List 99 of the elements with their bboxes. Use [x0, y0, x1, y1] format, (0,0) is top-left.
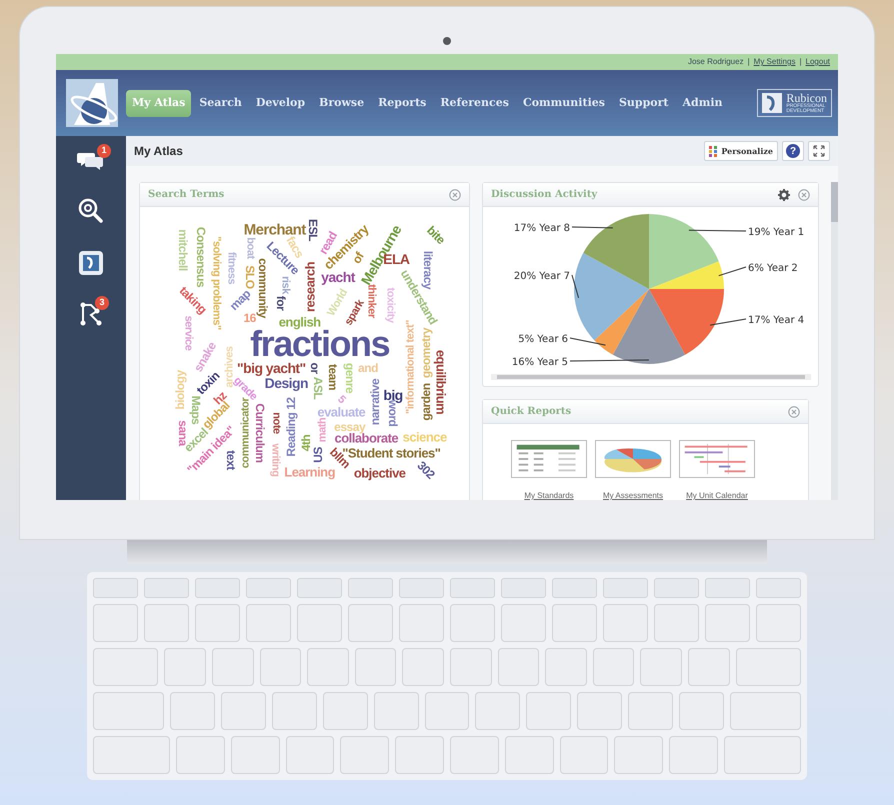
search-term[interactable]: thinker	[366, 284, 377, 318]
leader-line	[718, 266, 746, 276]
nav-tab[interactable]: Search	[193, 90, 248, 116]
search-term[interactable]: 4th	[300, 435, 312, 452]
slice-label: 17% Year 4	[748, 315, 804, 326]
pie-chart-thumbnail[interactable]	[595, 440, 671, 478]
nav-tab[interactable]: References	[434, 90, 515, 116]
slice-label: 17% Year 8	[513, 223, 570, 234]
search-term[interactable]: 302	[416, 459, 438, 481]
nav-tab[interactable]: Browse	[313, 90, 370, 116]
page-title: My Atlas	[134, 143, 183, 160]
panel-title: Search Terms	[148, 188, 224, 202]
close-icon[interactable]	[798, 188, 810, 200]
search-term[interactable]: bite	[425, 224, 448, 246]
expand-icon	[813, 145, 825, 157]
slice-label: 19% Year 1	[748, 227, 804, 238]
atlas-logo-icon[interactable]	[66, 79, 118, 127]
color-grid-icon	[709, 146, 718, 156]
search-term[interactable]: service	[182, 316, 194, 351]
personalize-button[interactable]: Personalize	[704, 141, 778, 161]
nav-tab[interactable]: Admin	[676, 90, 729, 116]
vertical-scrollbar[interactable]	[831, 182, 838, 500]
notification-badge: 1	[97, 144, 111, 158]
gantt-chart-thumbnail[interactable]	[679, 440, 755, 478]
search-term[interactable]: english	[278, 315, 321, 328]
slice-label: 5% Year 6	[518, 334, 568, 345]
leader-line	[571, 226, 613, 228]
notification-badge: 3	[95, 296, 109, 310]
square-logo-icon[interactable]	[78, 250, 104, 276]
report-link[interactable]: My Unit Calendar	[686, 490, 748, 500]
user-name: Jose Rodriguez	[688, 56, 744, 68]
slice-label: 16% Year 5	[511, 357, 568, 368]
nav-tab[interactable]: Communities	[516, 90, 611, 116]
slice-label: 20% Year 7	[513, 271, 570, 282]
slice-label: 6% Year 2	[748, 263, 798, 274]
search-icon[interactable]	[78, 198, 104, 224]
search-term[interactable]: Curriculum	[254, 404, 266, 463]
search-term[interactable]: for	[275, 296, 288, 311]
search-term[interactable]: Learning	[284, 465, 336, 478]
search-term[interactable]: equilibrium	[434, 349, 448, 414]
search-term[interactable]: Merchant	[244, 222, 306, 238]
search-term[interactable]: evaluate	[317, 405, 366, 418]
report-link[interactable]: My Standards	[524, 490, 574, 500]
table-thumbnail[interactable]	[511, 440, 587, 478]
search-term[interactable]: map	[227, 288, 252, 312]
search-term[interactable]: community	[257, 258, 269, 318]
search-term[interactable]: ASL	[312, 377, 324, 400]
search-term[interactable]: "big yacht"	[237, 361, 306, 376]
panel-title: Discussion Activity	[491, 188, 598, 202]
search-term[interactable]: collaborate	[334, 432, 398, 445]
search-term[interactable]: note	[270, 412, 282, 434]
search-term[interactable]: objective	[354, 466, 406, 480]
search-term[interactable]: 5	[335, 394, 348, 406]
search-term[interactable]: US	[312, 447, 324, 463]
close-icon[interactable]	[449, 188, 461, 200]
camera-icon	[443, 37, 451, 45]
nav-tab[interactable]: My Atlas	[126, 90, 192, 116]
leader-line	[569, 338, 606, 346]
brand-mark-icon	[762, 93, 782, 113]
nav-tab[interactable]: Support	[612, 90, 674, 116]
user-link[interactable]: Logout	[806, 56, 830, 68]
separator-text: |	[748, 56, 750, 68]
search-term[interactable]: text	[225, 450, 238, 470]
search-term[interactable]: writing	[269, 444, 280, 476]
search-term[interactable]: Design	[264, 376, 308, 390]
search-term[interactable]: "solving problems"	[210, 236, 222, 330]
search-term[interactable]: or	[308, 362, 321, 374]
search-term[interactable]: team	[327, 364, 339, 390]
search-term[interactable]: garden	[420, 383, 432, 420]
search-term[interactable]: fitness	[226, 252, 237, 285]
search-term[interactable]: narrative	[368, 378, 381, 425]
close-icon[interactable]	[788, 406, 800, 418]
expand-button[interactable]	[808, 141, 830, 161]
separator-text: |	[799, 56, 802, 68]
search-term[interactable]: communicator	[240, 398, 252, 469]
search-term[interactable]: boat	[244, 238, 256, 260]
search-term[interactable]: big	[383, 388, 403, 402]
search-term[interactable]: Reading 12	[285, 397, 298, 456]
search-term[interactable]: yacht	[321, 270, 355, 284]
help-button[interactable]: ?	[782, 141, 804, 161]
search-term[interactable]: Maps	[190, 396, 202, 424]
search-term[interactable]: ESL	[307, 219, 319, 241]
leader-line	[688, 230, 746, 232]
search-term[interactable]: 16	[243, 312, 256, 324]
nav-tab[interactable]: Reports	[372, 90, 432, 116]
search-term[interactable]: risk	[279, 276, 290, 294]
nav-tab[interactable]: Develop	[250, 90, 312, 116]
report-link[interactable]: My Assessments	[602, 490, 663, 500]
search-term[interactable]: Consensus	[195, 226, 208, 287]
brand-name: Rubicon	[786, 92, 827, 104]
leader-line	[571, 274, 579, 298]
leader-line	[709, 318, 746, 326]
settings-icon[interactable]	[778, 188, 790, 200]
search-term[interactable]: math	[318, 418, 328, 442]
horizontal-scrollbar[interactable]	[490, 374, 810, 380]
search-term[interactable]: research	[303, 262, 316, 312]
panel-title: Quick Reports	[491, 405, 572, 419]
search-term[interactable]: SLO	[244, 265, 256, 288]
user-link[interactable]: My Settings	[754, 56, 796, 68]
